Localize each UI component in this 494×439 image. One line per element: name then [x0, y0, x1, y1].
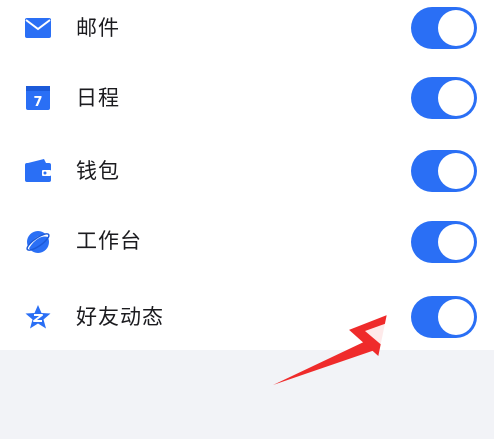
- toggle-knob: [438, 80, 474, 116]
- settings-row-friend-feed: 好友动态: [0, 273, 494, 343]
- settings-row-mail: 邮件: [0, 0, 494, 63]
- friend-feed-toggle[interactable]: [411, 296, 477, 338]
- settings-row-workbench: 工作台: [0, 203, 494, 273]
- calendar-toggle[interactable]: [411, 77, 477, 119]
- settings-list: 邮件 7 日程 钱包 工作台 好友动态: [0, 0, 494, 350]
- wallet-icon: [24, 157, 52, 185]
- mail-toggle[interactable]: [411, 7, 477, 49]
- toggle-knob: [438, 299, 474, 335]
- wallet-label: 钱包: [76, 159, 120, 183]
- settings-row-calendar: 7 日程: [0, 63, 494, 133]
- calendar-icon: 7: [24, 84, 52, 112]
- qzone-star-icon: [24, 303, 52, 331]
- mail-label: 邮件: [76, 16, 120, 40]
- calendar-icon-number: 7: [33, 95, 42, 110]
- toggle-knob: [438, 153, 474, 189]
- toggle-knob: [438, 224, 474, 260]
- mail-icon: [24, 14, 52, 42]
- workbench-toggle[interactable]: [411, 221, 477, 263]
- calendar-label: 日程: [76, 86, 120, 110]
- planet-icon: [24, 228, 52, 256]
- settings-row-wallet: 钱包: [0, 133, 494, 203]
- friend-feed-label: 好友动态: [76, 305, 164, 329]
- wallet-toggle[interactable]: [411, 150, 477, 192]
- toggle-knob: [438, 10, 474, 46]
- workbench-label: 工作台: [76, 229, 142, 253]
